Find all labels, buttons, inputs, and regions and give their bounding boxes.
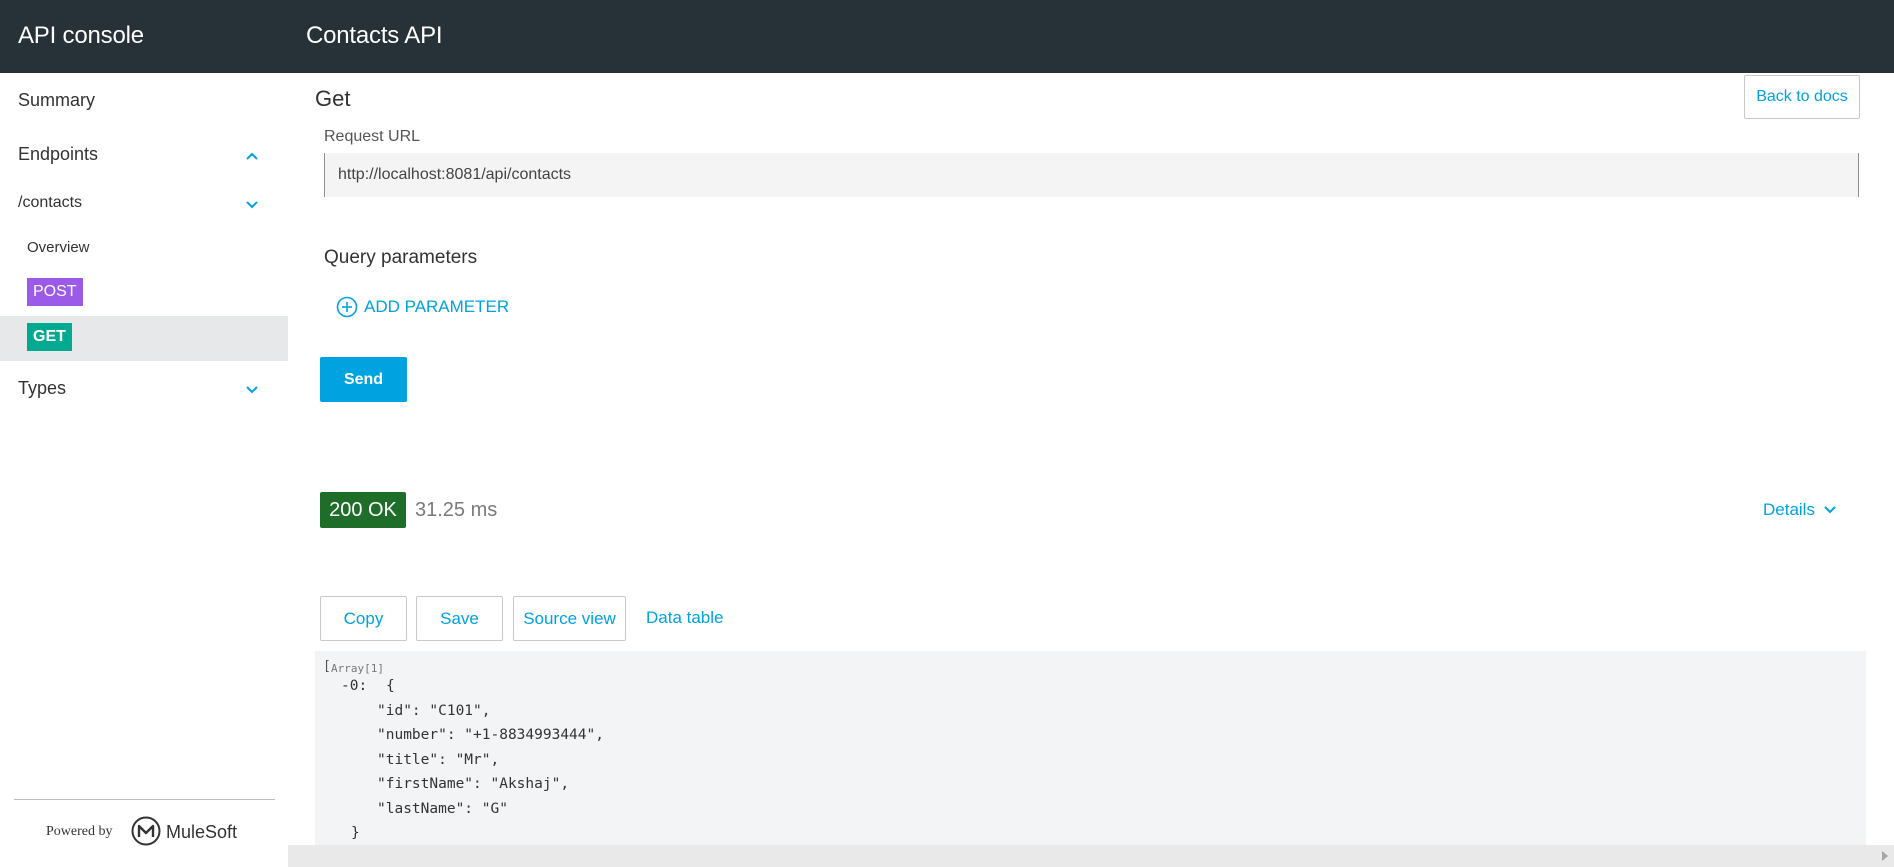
method-post-button[interactable]: POST <box>27 278 83 306</box>
json-line: "title": "Mr", <box>377 752 500 768</box>
response-time: 31.25 ms <box>415 499 498 521</box>
add-parameter-button[interactable]: ADD PARAMETER <box>336 296 509 318</box>
json-line: "lastName": "G" <box>377 801 508 817</box>
json-open-brace: { <box>386 678 395 694</box>
back-to-docs-button[interactable]: Back to docs <box>1744 75 1860 119</box>
api-title: Contacts API <box>306 22 443 49</box>
add-circle-icon <box>336 296 358 318</box>
footer-divider <box>14 799 275 800</box>
json-line: "id": "C101", <box>377 703 491 719</box>
response-json-viewer: [ Array[1] -0: { "id": "C101", "number":… <box>315 651 1866 867</box>
details-label: Details <box>1763 500 1815 519</box>
app-header: API console Contacts API <box>0 0 1894 73</box>
mulesoft-brand-text: MuleSoft <box>166 822 238 842</box>
method-title: Get <box>315 86 351 111</box>
sidebar-item-overview[interactable]: Overview <box>27 239 90 256</box>
add-parameter-label: ADD PARAMETER <box>364 297 510 316</box>
status-badge: 200 OK <box>320 492 406 528</box>
data-table-button[interactable]: Data table <box>646 608 724 628</box>
contacts-label: /contacts <box>18 194 83 211</box>
method-get-button[interactable]: GET <box>27 323 72 351</box>
source-view-button[interactable]: Source view <box>513 596 626 641</box>
chevron-up-icon[interactable] <box>244 148 260 164</box>
chevron-down-icon[interactable] <box>244 382 260 398</box>
json-close-brace: } <box>351 825 360 841</box>
endpoints-label: Endpoints <box>18 144 99 164</box>
scroll-right-arrow-icon[interactable] <box>1882 851 1888 861</box>
send-button[interactable]: Send <box>320 357 407 402</box>
types-label: Types <box>18 378 67 398</box>
details-toggle[interactable]: Details <box>1763 500 1837 520</box>
json-line: "number": "+1-8834993444", <box>377 727 604 743</box>
copy-button[interactable]: Copy <box>320 596 407 641</box>
mulesoft-logo-icon <box>131 816 161 846</box>
save-button[interactable]: Save <box>416 596 503 641</box>
query-parameters-title: Query parameters <box>324 247 478 268</box>
json-array-label: Array[1] <box>331 662 384 675</box>
request-url-field[interactable]: http://localhost:8081/api/contacts <box>324 153 1859 197</box>
app-title: API console <box>18 22 144 49</box>
json-index-toggle[interactable]: -0: <box>341 678 367 694</box>
main-panel: Get Back to docs Request URL http://loca… <box>288 73 1894 867</box>
json-line: "firstName": "Akshaj", <box>377 776 570 792</box>
request-url-label: Request URL <box>324 128 421 145</box>
summary-label: Summary <box>18 90 96 110</box>
json-open-bracket: [ <box>323 659 331 674</box>
sidebar: Summary Endpoints /contacts Overview POS… <box>0 73 288 867</box>
chevron-down-icon <box>1824 506 1836 514</box>
powered-by-text: Powered by <box>46 824 113 839</box>
chevron-down-icon[interactable] <box>244 197 260 213</box>
horizontal-scrollbar[interactable] <box>288 845 1894 867</box>
